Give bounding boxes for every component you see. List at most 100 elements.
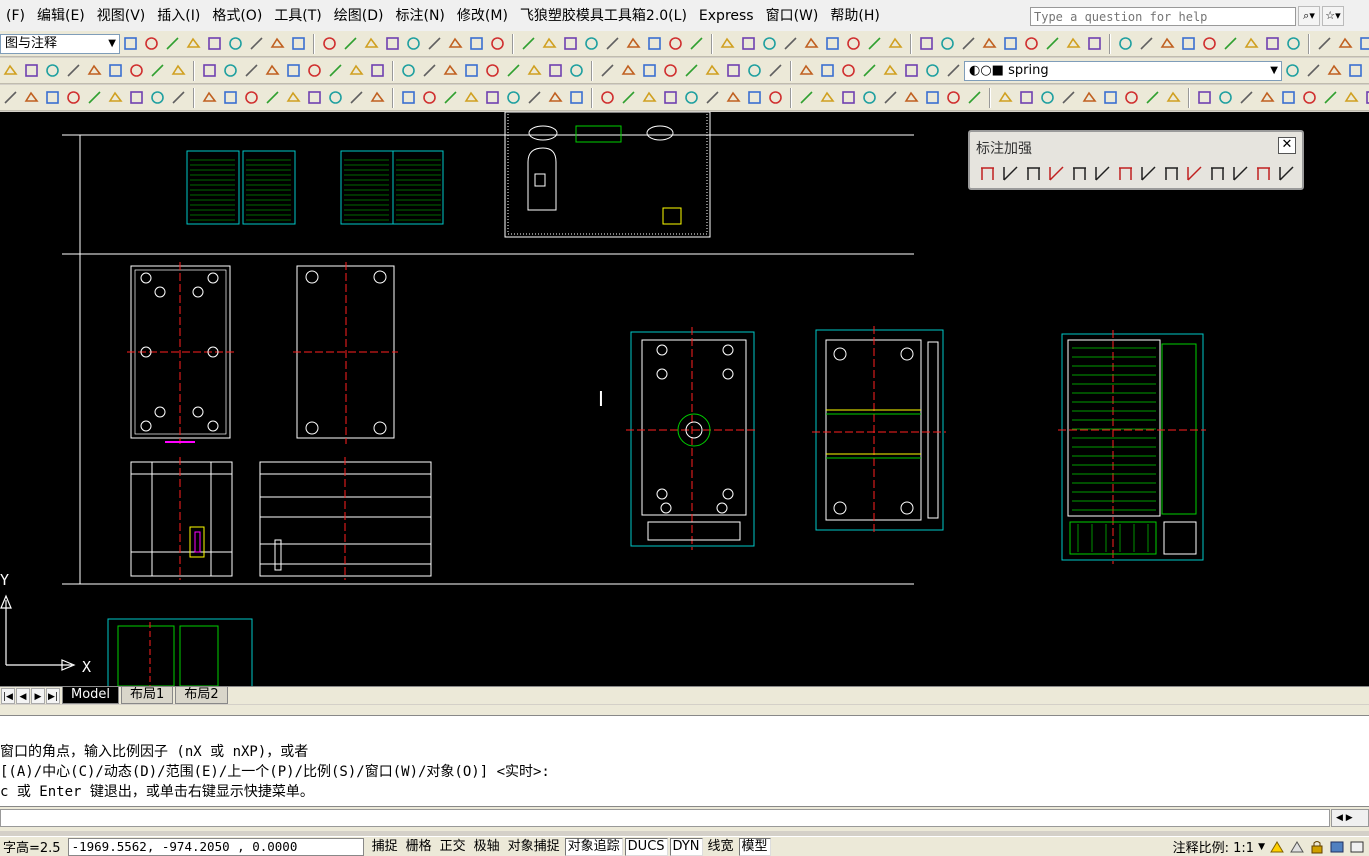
command-input[interactable] [0,809,1330,827]
dimension-tool-icon[interactable] [978,164,997,183]
draw-tool-icon[interactable] [222,89,239,106]
standard-tool-icon[interactable] [227,35,244,52]
standard-tool-icon[interactable] [1086,35,1103,52]
tab-model[interactable]: Model [62,687,120,704]
menu-help[interactable]: 帮助(H) [824,0,885,32]
mold-tool-icon[interactable] [23,62,40,79]
draw-tool-icon[interactable] [1238,89,1255,106]
draw-tool-icon[interactable] [882,89,899,106]
standard-tool-icon[interactable] [1023,35,1040,52]
draw-tool-icon[interactable] [306,89,323,106]
standard-tool-icon[interactable] [489,35,506,52]
standard-tool-icon[interactable] [1159,35,1176,52]
mold-tool-icon[interactable] [222,62,239,79]
mold-tool-icon[interactable] [505,62,522,79]
mold-tool-icon[interactable] [683,62,700,79]
mold-tool-icon[interactable] [170,62,187,79]
standard-tool-icon[interactable] [1264,35,1281,52]
mold-extra-tool-icon[interactable] [1326,62,1343,79]
standard-tool-icon[interactable] [740,35,757,52]
draw-tool-icon[interactable] [170,89,187,106]
layer-dropdown[interactable]: ◐○■ spring ▼ [964,60,1282,81]
menu-express[interactable]: Express [693,0,760,32]
menu-view[interactable]: 视图(V) [91,0,152,32]
mold-tool-icon[interactable] [526,62,543,79]
status-toggle-9[interactable]: 模型 [738,837,771,856]
standard-tool-icon[interactable] [206,35,223,52]
dimension-tool-icon[interactable] [1185,164,1204,183]
standard-tool-icon[interactable] [342,35,359,52]
coordinates-display[interactable]: -1969.5562, -974.2050 , 0.0000 [67,837,364,856]
draw-tool-icon[interactable] [1039,89,1056,106]
standard-tool-icon[interactable] [122,35,139,52]
clean-screen-icon[interactable] [1349,840,1365,854]
standard-tool-icon[interactable] [143,35,160,52]
standard-tool-icon[interactable] [960,35,977,52]
draw-tool-icon[interactable] [201,89,218,106]
tab-next-icon[interactable]: ▶ [31,687,45,704]
menu-mold-toolbox[interactable]: 飞狼塑胶模具工具箱2.0(L) [514,0,693,32]
dimension-tool-icon[interactable] [1231,164,1250,183]
standard-tool-icon[interactable] [583,35,600,52]
mold-tool-icon[interactable] [201,62,218,79]
draw-tool-icon[interactable] [1060,89,1077,106]
draw-tool-icon[interactable] [1165,89,1182,106]
draw-tool-icon[interactable] [86,89,103,106]
standard-tool-icon[interactable] [803,35,820,52]
draw-tool-icon[interactable] [819,89,836,106]
tray-settings-icon[interactable] [1329,840,1345,854]
draw-tool-icon[interactable] [1144,89,1161,106]
tab-prev-icon[interactable]: ◀ [16,687,30,704]
status-toggle-2[interactable]: 正交 [437,838,469,856]
standard-tool-icon[interactable] [1180,35,1197,52]
status-toggle-6[interactable]: DUCS [624,837,668,856]
tab-first-icon[interactable]: |◀ [1,687,15,704]
draw-tool-icon[interactable] [966,89,983,106]
mold-tool-icon[interactable] [903,62,920,79]
dimension-tool-icon[interactable] [1047,164,1066,183]
menu-edit[interactable]: 编辑(E) [31,0,91,32]
standard-tool-icon[interactable] [1065,35,1082,52]
draw-tool-icon[interactable] [924,89,941,106]
draw-tool-icon[interactable] [547,89,564,106]
status-toggle-8[interactable]: 线宽 [705,838,737,856]
standard-tool-icon[interactable] [782,35,799,52]
mold-tool-icon[interactable] [149,62,166,79]
mold-tool-icon[interactable] [725,62,742,79]
tab-last-icon[interactable]: ▶| [46,687,60,704]
standard-tool-icon[interactable] [363,35,380,52]
mold-tool-icon[interactable] [400,62,417,79]
draw-tool-icon[interactable] [1343,89,1360,106]
mold-tool-icon[interactable] [306,62,323,79]
mold-tool-icon[interactable] [547,62,564,79]
standard-tool-icon[interactable] [981,35,998,52]
draw-tool-icon[interactable] [1259,89,1276,106]
draw-tool-icon[interactable] [746,89,763,106]
draw-tool-icon[interactable] [704,89,721,106]
standard-tool-icon[interactable] [1117,35,1134,52]
draw-tool-icon[interactable] [327,89,344,106]
mold-tool-icon[interactable] [945,62,962,79]
draw-tool-icon[interactable] [2,89,19,106]
standard-tool-icon[interactable] [625,35,642,52]
draw-tool-icon[interactable] [997,89,1014,106]
mold-tool-icon[interactable] [861,62,878,79]
standard-tool-icon[interactable] [1358,35,1369,52]
draw-tool-icon[interactable] [1322,89,1339,106]
standard-tool-icon[interactable] [426,35,443,52]
mold-tool-icon[interactable] [662,62,679,79]
standard-tool-icon[interactable] [1243,35,1260,52]
command-scroll-icon[interactable]: ◀ ▶ [1331,809,1369,827]
mold-tool-icon[interactable] [243,62,260,79]
draw-tool-icon[interactable] [400,89,417,106]
draw-tool-icon[interactable] [620,89,637,106]
menu-window[interactable]: 窗口(W) [760,0,825,32]
tab-layout-2[interactable]: 布局2 [175,687,228,704]
mold-tool-icon[interactable] [599,62,616,79]
menu-file[interactable]: (F) [0,0,31,32]
help-options-icon[interactable]: ☆▾ [1322,6,1344,26]
standard-tool-icon[interactable] [761,35,778,52]
status-toggle-7[interactable]: DYN [669,837,703,856]
dimension-enhance-toolbar[interactable]: 标注加强 ✕ [968,130,1304,190]
draw-tool-icon[interactable] [1301,89,1318,106]
